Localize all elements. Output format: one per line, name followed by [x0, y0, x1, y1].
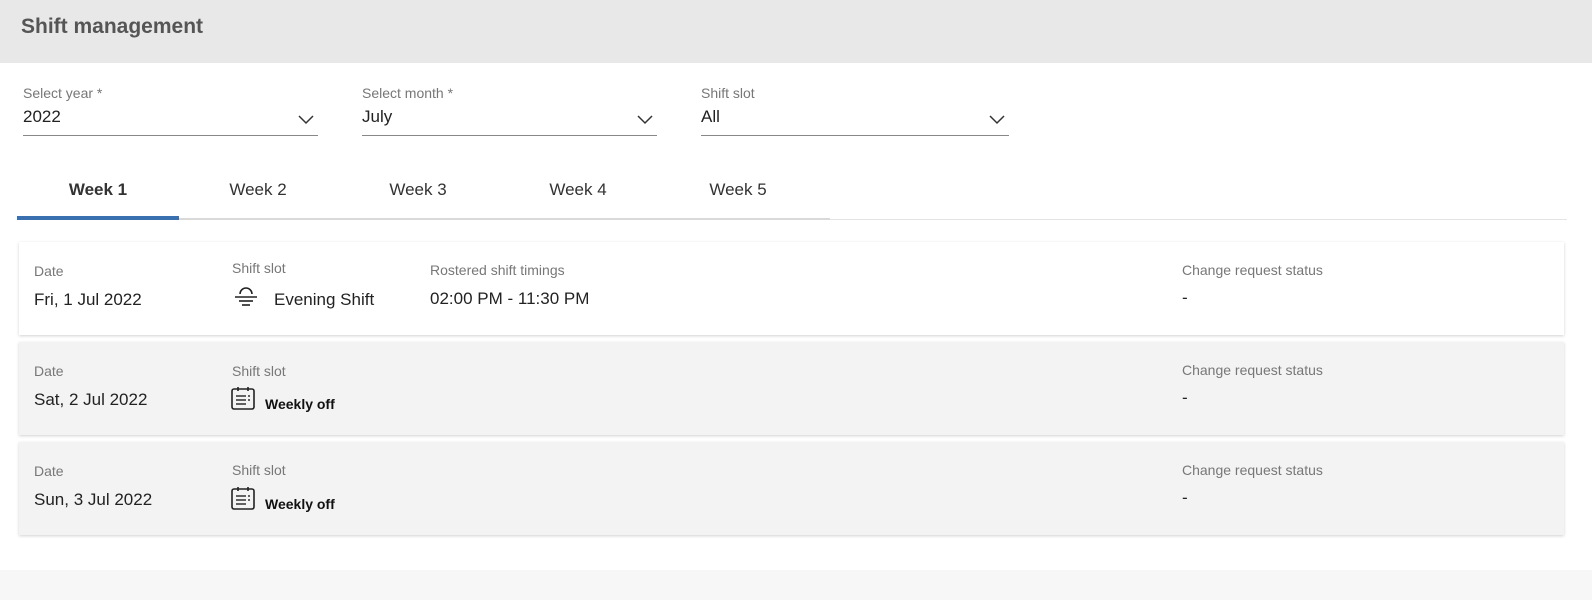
- tab-week-5[interactable]: Week 5: [657, 165, 819, 218]
- change-request-status-label: Change request status: [1182, 262, 1323, 278]
- tab-label: Week 3: [389, 180, 447, 199]
- shift-slot-value: Weekly off: [265, 396, 335, 412]
- active-tab-indicator: [17, 216, 179, 220]
- tab-label: Week 1: [68, 180, 128, 199]
- date-label: Date: [34, 263, 64, 279]
- date-value: Sat, 2 Jul 2022: [34, 390, 148, 409]
- calendar-icon: [231, 487, 255, 510]
- tab-label: Week 4: [549, 180, 607, 199]
- shift-row[interactable]: Date Fri, 1 Jul 2022 Shift slot Evening …: [19, 242, 1564, 335]
- tab-week-1[interactable]: Week 1: [17, 165, 179, 220]
- month-select[interactable]: Select month * July: [362, 83, 657, 136]
- rostered-timings-label: Rostered shift timings: [430, 262, 565, 278]
- tab-label: Week 5: [709, 180, 767, 199]
- shift-slot-value: Evening Shift: [274, 290, 375, 309]
- change-request-status-label: Change request status: [1182, 462, 1323, 478]
- shift-slot-label: Shift slot: [232, 363, 286, 379]
- date-label: Date: [34, 463, 64, 479]
- date-label: Date: [34, 363, 64, 379]
- chevron-down-icon[interactable]: [989, 115, 1005, 125]
- shift-slot-select[interactable]: Shift slot All: [701, 83, 1009, 136]
- main-panel: Select year * 2022 Select month * July S…: [0, 63, 1592, 570]
- tab-week-2[interactable]: Week 2: [177, 165, 339, 218]
- change-request-status-value: -: [1182, 488, 1188, 507]
- tab-week-3[interactable]: Week 3: [337, 165, 499, 218]
- month-select-label: Select month *: [362, 85, 454, 101]
- shift-slot-select-label: Shift slot: [701, 85, 755, 101]
- shift-slot-label: Shift slot: [232, 260, 286, 276]
- sunset-icon: [235, 287, 257, 306]
- change-request-status-value: -: [1182, 388, 1188, 407]
- year-select-label: Select year *: [23, 85, 103, 101]
- shift-slot-label: Shift slot: [232, 462, 286, 478]
- year-select[interactable]: Select year * 2022: [23, 83, 318, 136]
- year-select-value: 2022: [23, 107, 61, 126]
- date-value: Fri, 1 Jul 2022: [34, 290, 142, 309]
- change-request-status-label: Change request status: [1182, 362, 1323, 378]
- calendar-icon: [231, 387, 255, 410]
- tab-label: Week 2: [229, 180, 287, 199]
- change-request-status-value: -: [1182, 288, 1188, 307]
- shift-slot-value: Weekly off: [265, 496, 335, 512]
- shift-row[interactable]: Date Sat, 2 Jul 2022 Shift slot Weekly o…: [19, 342, 1564, 435]
- month-select-value: July: [362, 107, 393, 126]
- page-title: Shift management: [21, 15, 204, 38]
- date-value: Sun, 3 Jul 2022: [34, 490, 153, 509]
- week-tabs: Week 1 Week 2 Week 3 Week 4 Week 5: [17, 165, 1567, 220]
- page-header: Shift management: [0, 0, 1592, 63]
- shift-slot-select-value: All: [701, 107, 720, 126]
- rostered-timings-value: 02:00 PM - 11:30 PM: [430, 289, 590, 308]
- chevron-down-icon[interactable]: [298, 115, 314, 125]
- shift-row[interactable]: Date Sun, 3 Jul 2022 Shift slot Weekly o…: [19, 442, 1564, 535]
- tab-week-4[interactable]: Week 4: [497, 165, 659, 218]
- chevron-down-icon[interactable]: [637, 115, 653, 125]
